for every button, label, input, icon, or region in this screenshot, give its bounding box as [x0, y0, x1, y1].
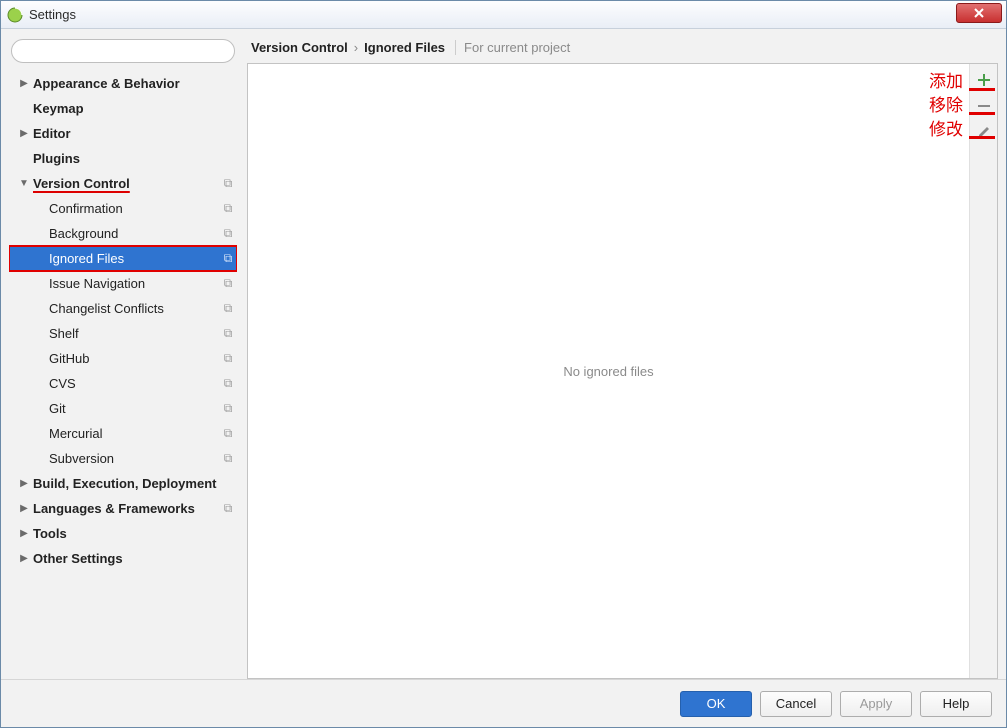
- dialog-body: ▶Appearance & Behavior Keymap ▶Editor Pl…: [1, 29, 1006, 727]
- tree-item-mercurial[interactable]: Mercurial⧉: [9, 421, 237, 446]
- minus-icon: [977, 99, 991, 113]
- help-button[interactable]: Help: [920, 691, 992, 717]
- settings-window: Settings ▶Appearance & Behavior Keymap ▶…: [0, 0, 1007, 728]
- plus-icon: [977, 73, 991, 87]
- breadcrumb-sep: ›: [354, 40, 358, 55]
- annotation-underline: [969, 88, 995, 91]
- titlebar-background-text: [111, 5, 926, 23]
- tree-item-ignored-files[interactable]: Ignored Files⧉: [9, 246, 237, 271]
- copy-icon: ⧉: [219, 276, 237, 291]
- tree-item-other-settings[interactable]: ▶Other Settings: [9, 546, 237, 571]
- close-button[interactable]: [956, 3, 1002, 23]
- dialog-footer: OK Cancel Apply Help: [1, 679, 1006, 727]
- expand-icon: ▶: [17, 528, 31, 539]
- tree-item-changelist-conflicts[interactable]: Changelist Conflicts⧉: [9, 296, 237, 321]
- search-input[interactable]: [11, 39, 235, 63]
- annotation-add: 添加: [929, 67, 963, 92]
- apply-button[interactable]: Apply: [840, 691, 912, 717]
- tree-item-appearance[interactable]: ▶Appearance & Behavior: [9, 71, 237, 96]
- annotation-remove: 移除: [929, 91, 963, 116]
- tree-item-plugins[interactable]: Plugins: [9, 146, 237, 171]
- breadcrumb: Version Control › Ignored Files For curr…: [247, 37, 998, 63]
- copy-icon: ⧉: [219, 201, 237, 216]
- copy-icon: ⧉: [219, 451, 237, 466]
- copy-icon: ⧉: [219, 176, 237, 191]
- content-panel: No ignored files 添加 移除: [247, 63, 998, 679]
- collapse-icon: ▼: [17, 178, 31, 189]
- tree-item-tools[interactable]: ▶Tools: [9, 521, 237, 546]
- copy-icon: ⧉: [219, 426, 237, 441]
- expand-icon: ▶: [17, 128, 31, 139]
- copy-icon: ⧉: [219, 251, 237, 266]
- tree-item-build[interactable]: ▶Build, Execution, Deployment: [9, 471, 237, 496]
- copy-icon: ⧉: [219, 376, 237, 391]
- window-title: Settings: [29, 7, 76, 22]
- tree-item-shelf[interactable]: Shelf⧉: [9, 321, 237, 346]
- ignored-files-list[interactable]: No ignored files: [248, 64, 969, 678]
- cancel-button[interactable]: Cancel: [760, 691, 832, 717]
- expand-icon: ▶: [17, 478, 31, 489]
- edit-button[interactable]: [972, 120, 996, 144]
- annotation-edit: 修改: [929, 115, 963, 140]
- tree-item-issue-navigation[interactable]: Issue Navigation⧉: [9, 271, 237, 296]
- copy-icon: ⧉: [219, 326, 237, 341]
- annotation-underline: [969, 136, 995, 139]
- breadcrumb-seg-2: Ignored Files: [364, 40, 445, 55]
- expand-icon: ▶: [17, 553, 31, 564]
- empty-state-text: No ignored files: [563, 364, 653, 379]
- titlebar[interactable]: Settings: [1, 1, 1006, 29]
- breadcrumb-seg-1[interactable]: Version Control: [251, 40, 348, 55]
- tree-item-languages[interactable]: ▶Languages & Frameworks⧉: [9, 496, 237, 521]
- tree-item-git[interactable]: Git⧉: [9, 396, 237, 421]
- tree-item-background[interactable]: Background⧉: [9, 221, 237, 246]
- copy-icon: ⧉: [219, 301, 237, 316]
- tree-item-version-control[interactable]: ▼Version Control⧉: [9, 171, 237, 196]
- tree-item-subversion[interactable]: Subversion⧉: [9, 446, 237, 471]
- copy-icon: ⧉: [219, 226, 237, 241]
- copy-icon: ⧉: [219, 351, 237, 366]
- settings-tree[interactable]: ▶Appearance & Behavior Keymap ▶Editor Pl…: [9, 71, 237, 679]
- side-toolbar: 添加 移除 修改: [969, 64, 997, 678]
- breadcrumb-hint: For current project: [455, 40, 570, 55]
- app-icon: [7, 7, 23, 23]
- tree-item-keymap[interactable]: Keymap: [9, 96, 237, 121]
- tree-item-github[interactable]: GitHub⧉: [9, 346, 237, 371]
- left-panel: ▶Appearance & Behavior Keymap ▶Editor Pl…: [9, 37, 237, 679]
- expand-icon: ▶: [17, 78, 31, 89]
- copy-icon: ⧉: [219, 401, 237, 416]
- search-holder: [11, 39, 235, 63]
- tree-item-editor[interactable]: ▶Editor: [9, 121, 237, 146]
- tree-item-cvs[interactable]: CVS⧉: [9, 371, 237, 396]
- annotation-underline: [969, 112, 995, 115]
- right-panel: Version Control › Ignored Files For curr…: [247, 37, 998, 679]
- copy-icon: ⧉: [219, 501, 237, 516]
- tree-item-confirmation[interactable]: Confirmation⧉: [9, 196, 237, 221]
- close-icon: [973, 8, 985, 18]
- expand-icon: ▶: [17, 503, 31, 514]
- ok-button[interactable]: OK: [680, 691, 752, 717]
